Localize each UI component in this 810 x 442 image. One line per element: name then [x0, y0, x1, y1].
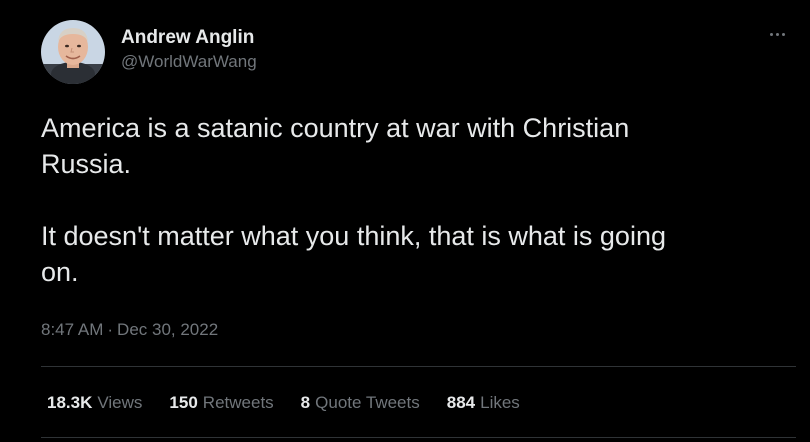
tweet-time[interactable]: 8:47 AM [41, 320, 103, 339]
tweet-card: Andrew Anglin @WorldWarWang America is a… [0, 0, 810, 442]
retweets-label: Retweets [202, 393, 274, 412]
divider [41, 437, 796, 438]
likes-label: Likes [480, 393, 520, 412]
avatar-image [41, 20, 105, 84]
retweets-stat[interactable]: 150 Retweets [169, 392, 273, 414]
avatar[interactable] [41, 20, 105, 84]
views-label: Views [97, 393, 143, 412]
more-horizontal-icon [769, 32, 773, 36]
views-count: 18.3K [47, 393, 93, 412]
likes-stat[interactable]: 884 Likes [447, 392, 520, 414]
tweet-date[interactable]: Dec 30, 2022 [117, 320, 218, 339]
author-info: Andrew Anglin @WorldWarWang [121, 26, 257, 73]
quote-tweets-label: Quote Tweets [315, 393, 420, 412]
tweet-text: America is a satanic country at war with… [41, 113, 666, 287]
quote-tweets-stat[interactable]: 8 Quote Tweets [301, 392, 420, 414]
author-display-name[interactable]: Andrew Anglin [121, 26, 257, 50]
more-horizontal-icon [775, 32, 779, 36]
tweet-stats: 18.3K Views 150 Retweets 8 Quote Tweets 884… [47, 391, 547, 415]
more-horizontal-icon [781, 32, 785, 36]
divider [41, 366, 796, 367]
likes-count: 884 [446, 393, 476, 412]
timestamp-separator: · [107, 320, 114, 339]
retweets-count: 150 [169, 393, 198, 412]
views-stat[interactable]: 18.3K Views [47, 392, 142, 414]
author-handle[interactable]: @WorldWarWang [121, 51, 257, 73]
more-options-button[interactable] [764, 23, 790, 45]
tweet-header: Andrew Anglin @WorldWarWang [41, 19, 257, 85]
tweet-timestamp[interactable]: 8:47 AM · Dec 30, 2022 [41, 319, 218, 341]
quote-tweets-count: 8 [300, 393, 311, 412]
